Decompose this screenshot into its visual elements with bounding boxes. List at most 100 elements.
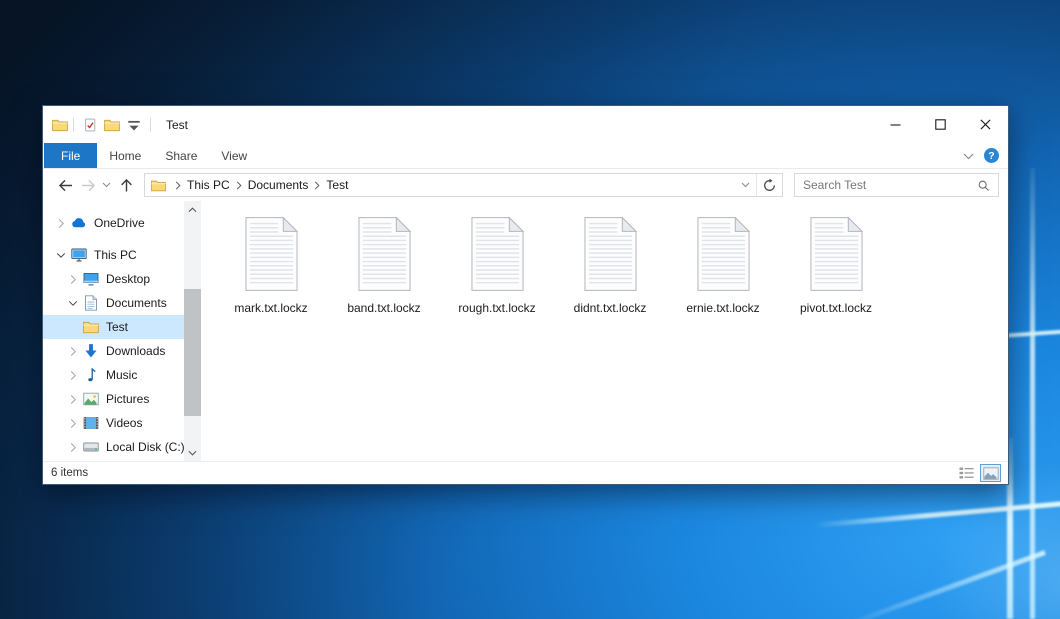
sidebar-item-label: Local Disk (C:) [106,440,185,454]
status-bar: 6 items [43,461,1008,484]
back-button[interactable] [53,173,77,197]
text-file-icon [696,216,751,292]
close-button[interactable] [963,106,1008,143]
text-file-icon [357,216,412,292]
folder-icon [151,179,166,192]
file-name: rough.txt.lockz [458,301,535,315]
file-item-didnt-txt-lockz[interactable]: didnt.txt.lockz [565,216,655,315]
desktop-background: Test File Home Share [0,0,1060,619]
sidebar-item-pictures[interactable]: Pictures [43,387,184,411]
tab-share[interactable]: Share [153,143,209,168]
details-view-button[interactable] [956,464,977,482]
hard-disk-icon [83,439,99,455]
arrow-left-icon [57,179,74,192]
maximize-button[interactable] [918,106,963,143]
sidebar-item-test[interactable]: Test [43,315,184,339]
sidebar-item-label: Desktop [106,272,150,286]
qat-customize-button[interactable] [126,118,142,132]
up-button[interactable] [113,173,139,197]
arrow-up-icon [120,178,133,193]
expand-chevron-icon[interactable] [68,442,78,453]
expand-chevron-icon[interactable] [68,274,78,285]
tab-home[interactable]: Home [97,143,153,168]
file-item-rough-txt-lockz[interactable]: rough.txt.lockz [452,216,542,315]
arrow-right-icon [80,179,97,192]
sidebar-item-music[interactable]: Music [43,363,184,387]
chevron-down-icon [741,182,750,188]
qat-properties-button[interactable] [82,118,98,132]
sidebar-scrollbar[interactable] [184,201,201,461]
expand-chevron-icon[interactable] [68,346,78,357]
sidebar-item-label: This PC [94,248,137,262]
sidebar-item-local-disk-c[interactable]: Local Disk (C:) [43,435,184,459]
sidebar-item-label: Music [106,368,137,382]
help-button[interactable]: ? [984,148,999,163]
address-bar[interactable]: This PC Documents Test [144,173,783,197]
address-dropdown-button[interactable] [734,174,756,196]
text-file-icon [244,216,299,292]
recent-locations-button[interactable] [99,173,113,197]
tab-view[interactable]: View [209,143,259,168]
caption-buttons [873,106,1008,143]
maximize-icon [935,119,946,130]
breadcrumb-documents[interactable]: Documents [248,178,309,192]
scrollbar-track[interactable] [184,218,201,444]
scroll-up-button[interactable] [184,201,201,218]
music-icon [83,367,99,383]
sidebar-item-desktop[interactable]: Desktop [43,267,184,291]
expand-chevron-icon[interactable] [56,218,66,229]
expand-chevron-icon[interactable] [68,370,78,381]
text-file-icon [809,216,864,292]
chevron-down-icon [188,450,197,456]
large-icons-view-button[interactable] [980,464,1001,482]
collapse-ribbon-button[interactable] [963,149,974,163]
file-explorer-window: Test File Home Share [42,105,1009,485]
breadcrumb-test[interactable]: Test [326,178,348,192]
scrollbar-thumb[interactable] [184,289,201,416]
sidebar-item-label: Pictures [106,392,149,406]
breadcrumb-this-pc[interactable]: This PC [187,178,230,192]
properties-icon [82,118,98,132]
file-item-ernie-txt-lockz[interactable]: ernie.txt.lockz [678,216,768,315]
expand-chevron-icon[interactable] [68,418,78,429]
refresh-button[interactable] [757,174,782,196]
file-list-area[interactable]: mark.txt.lockz band.txt.lockz rough.txt.… [201,201,1008,461]
file-item-pivot-txt-lockz[interactable]: pivot.txt.lockz [791,216,881,315]
text-file-icon [470,216,525,292]
items-count: 6 items [51,467,88,479]
qat-new-folder-button[interactable] [104,118,120,132]
file-name: ernie.txt.lockz [686,301,759,315]
sidebar-item-onedrive[interactable]: OneDrive [43,211,184,235]
collapse-chevron-icon[interactable] [56,250,66,261]
text-file-icon [583,216,638,292]
file-name: mark.txt.lockz [234,301,307,315]
desktop-icon [83,271,99,287]
search-icon[interactable] [977,179,990,192]
sidebar-item-label: Videos [106,416,142,430]
separator [150,118,151,132]
tab-file[interactable]: File [44,143,97,168]
sidebar-item-label: OneDrive [94,216,145,230]
chevron-up-icon [188,207,197,213]
tab-label: Home [109,149,141,163]
minimize-button[interactable] [873,106,918,143]
minimize-icon [890,119,901,130]
expand-chevron-icon[interactable] [68,394,78,405]
forward-button[interactable] [77,173,99,197]
scroll-down-button[interactable] [184,444,201,461]
file-item-band-txt-lockz[interactable]: band.txt.lockz [339,216,429,315]
title-bar[interactable]: Test [43,106,1008,143]
search-input[interactable] [795,178,973,192]
folder-icon [83,319,99,335]
qat-customize-icon [126,118,142,132]
details-view-icon [959,467,974,479]
tab-label: File [61,149,80,163]
collapse-chevron-icon[interactable] [68,298,78,309]
file-item-mark-txt-lockz[interactable]: mark.txt.lockz [226,216,316,315]
sidebar-item-downloads[interactable]: Downloads [43,339,184,363]
computer-icon [71,247,87,263]
chevron-down-icon [102,182,111,188]
sidebar-item-videos[interactable]: Videos [43,411,184,435]
sidebar-item-documents[interactable]: Documents [43,291,184,315]
sidebar-item-this-pc[interactable]: This PC [43,243,184,267]
